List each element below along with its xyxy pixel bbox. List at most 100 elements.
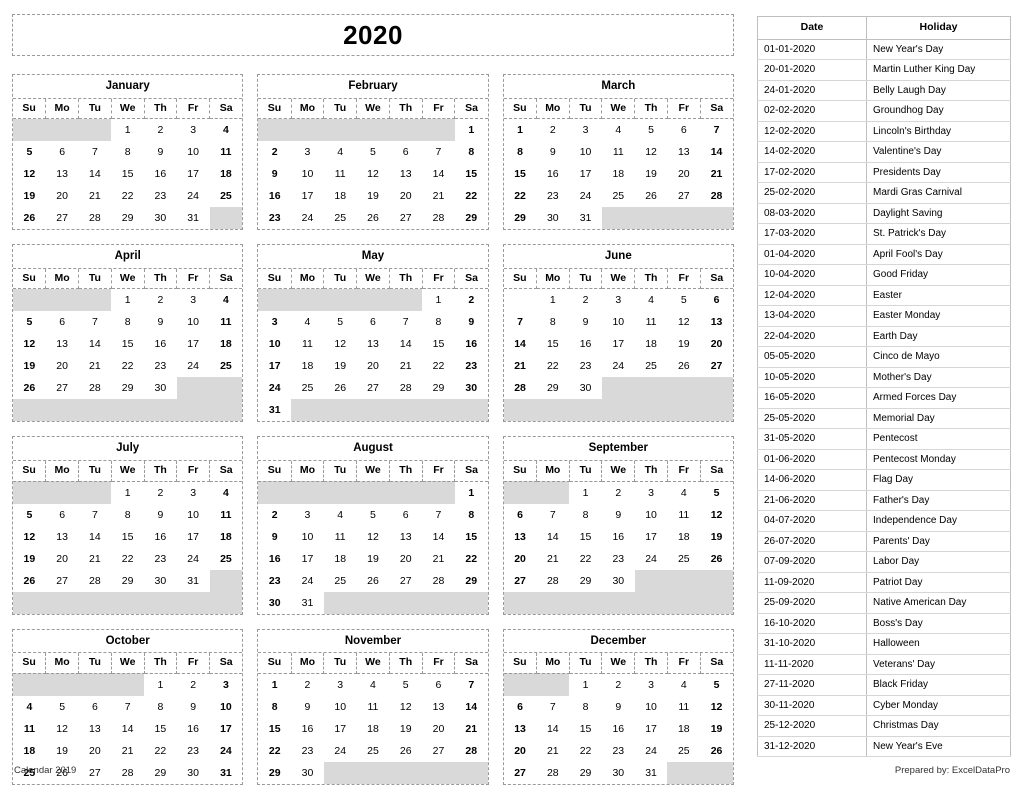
calendar-column: 2020 January Su Mo Tu We Th Fr Sa 1 2 3 4 5 6 7 8 9 10 11 1… xyxy=(12,14,734,785)
month-table: Su Mo Tu We Th Fr Sa 1 2 3 4 5 6 7 8 9 10 11 12 13 14 15 16 17 1… xyxy=(13,268,243,422)
day-cell: 28 xyxy=(78,377,112,400)
week-row: 24 25 26 27 28 29 30 xyxy=(258,377,488,400)
day-cell: 10 xyxy=(291,163,324,186)
day-cell-empty xyxy=(700,399,733,422)
day-cell: 29 xyxy=(111,207,144,230)
day-cell: 27 xyxy=(45,207,79,230)
holiday-name: Black Friday xyxy=(866,674,1011,696)
weekday-header-tu: Tu xyxy=(569,268,603,290)
month-table: Su Mo Tu We Th Fr Sa 1 2 3 4 5 6 7 8 9 10 11 12 13 14 15 16 17 1… xyxy=(13,98,243,230)
day-cell: 31 xyxy=(291,591,324,614)
day-cell: 29 xyxy=(111,377,144,400)
day-cell: 12 xyxy=(389,695,423,718)
weekday-header-th: Th xyxy=(144,461,178,482)
weekday-header-mo: Mo xyxy=(45,653,79,674)
day-cell: 15 xyxy=(569,525,602,548)
month-name: March xyxy=(503,75,733,99)
day-cell: 8 xyxy=(454,503,488,526)
holiday-name: Parents' Day xyxy=(866,530,1011,553)
day-cell-empty xyxy=(422,118,455,142)
day-cell: 3 xyxy=(176,481,210,504)
day-cell-empty xyxy=(209,591,243,614)
day-cell: 30 xyxy=(454,377,488,400)
holiday-name: Cyber Monday xyxy=(866,694,1011,717)
week-row: 1234567 xyxy=(258,673,488,696)
day-cell: 28 xyxy=(700,185,733,208)
day-cell: 15 xyxy=(503,163,537,186)
month-card: August Su Mo Tu We Th Fr Sa 1 2 3 4 5 6 7 8 9 10 11 12 13 14 1… xyxy=(257,436,489,615)
day-cell: 1 xyxy=(111,118,144,142)
holiday-name: Flag Day xyxy=(866,469,1011,491)
day-cell: 7 xyxy=(503,311,537,334)
week-row: 2345678 xyxy=(258,503,488,526)
day-cell: 15 xyxy=(144,717,177,740)
day-cell-empty xyxy=(78,591,112,614)
day-cell: 19 xyxy=(13,547,46,570)
day-cell: 14 xyxy=(536,525,570,548)
day-cell: 2 xyxy=(258,503,292,526)
day-cell: 20 xyxy=(503,547,537,570)
day-cell: 26 xyxy=(13,207,46,230)
week-row: 8 9 10 11 12 13 14 xyxy=(258,695,488,718)
week-row: 16 17 18 19 20 21 22 xyxy=(258,185,488,208)
holiday-date: 10-05-2020 xyxy=(757,366,867,389)
week-row: 11 12 13 14 15 16 17 xyxy=(13,717,243,740)
week-row: 30 31 xyxy=(258,591,488,614)
day-cell: 22 xyxy=(111,547,144,570)
holiday-date: 11-11-2020 xyxy=(757,653,867,676)
day-cell: 1 xyxy=(144,673,177,696)
holiday-date: 13-04-2020 xyxy=(757,305,867,327)
day-cell: 8 xyxy=(111,141,144,164)
day-cell: 13 xyxy=(503,717,537,740)
holiday-name: Cinco de Mayo xyxy=(866,346,1011,368)
day-cell-empty xyxy=(45,673,79,696)
day-cell: 28 xyxy=(422,207,455,230)
weekday-header-su: Su xyxy=(258,653,292,674)
weekday-header-su: Su xyxy=(258,268,292,290)
holiday-row: 24-01-2020 Belly Laugh Day xyxy=(757,79,1011,102)
day-cell: 7 xyxy=(78,141,112,164)
weekday-header-tu: Tu xyxy=(569,461,603,482)
weekday-header-fr: Fr xyxy=(176,98,210,120)
day-cell: 3 xyxy=(209,673,243,696)
weekday-header-su: Su xyxy=(503,268,537,290)
month-name: February xyxy=(258,75,488,99)
day-cell: 17 xyxy=(634,717,668,740)
day-cell-empty xyxy=(601,399,635,422)
day-cell: 7 xyxy=(389,311,423,334)
holiday-name: Mardi Gras Carnival xyxy=(866,182,1011,204)
day-cell: 14 xyxy=(78,525,112,548)
day-cell: 9 xyxy=(454,311,488,334)
day-cell: 20 xyxy=(356,355,390,378)
day-cell: 8 xyxy=(503,141,537,164)
week-row: 22 23 24 25 26 27 28 xyxy=(503,185,733,208)
day-cell: 3 xyxy=(176,288,210,312)
day-cell-empty xyxy=(601,207,635,230)
week-row: 15 16 17 18 19 20 21 xyxy=(258,717,488,740)
day-cell: 9 xyxy=(258,163,292,186)
weekday-header-fr: Fr xyxy=(422,98,456,120)
page-title: 2020 xyxy=(343,20,403,50)
day-cell: 10 xyxy=(569,141,602,164)
week-row: 23 24 25 26 27 28 29 xyxy=(258,207,488,230)
weekday-header-tu: Tu xyxy=(78,98,112,120)
weekday-header-sa: Sa xyxy=(209,653,243,674)
weekday-header-sa: Sa xyxy=(454,653,488,674)
day-cell: 7 xyxy=(536,503,570,526)
day-cell: 25 xyxy=(291,377,324,400)
holiday-name: Easter xyxy=(866,284,1011,307)
day-cell: 23 xyxy=(569,355,602,378)
day-cell-empty xyxy=(323,288,357,312)
week-row: 26 27 28 29 30 xyxy=(13,377,243,400)
month-name: June xyxy=(503,245,733,269)
day-cell: 29 xyxy=(111,569,144,592)
day-cell: 17 xyxy=(209,717,243,740)
weekday-header-mo: Mo xyxy=(45,268,79,290)
day-cell: 9 xyxy=(176,695,210,718)
day-cell: 28 xyxy=(503,377,537,400)
holiday-name: Memorial Day xyxy=(866,407,1011,430)
weekday-header-mo: Mo xyxy=(45,98,79,120)
day-cell: 24 xyxy=(323,739,357,762)
day-cell: 3 xyxy=(176,118,210,142)
month-card: July Su Mo Tu We Th Fr Sa 1 2 3 4 5 6 7 8 9 10 11 12 13 14 15 1… xyxy=(12,436,244,615)
